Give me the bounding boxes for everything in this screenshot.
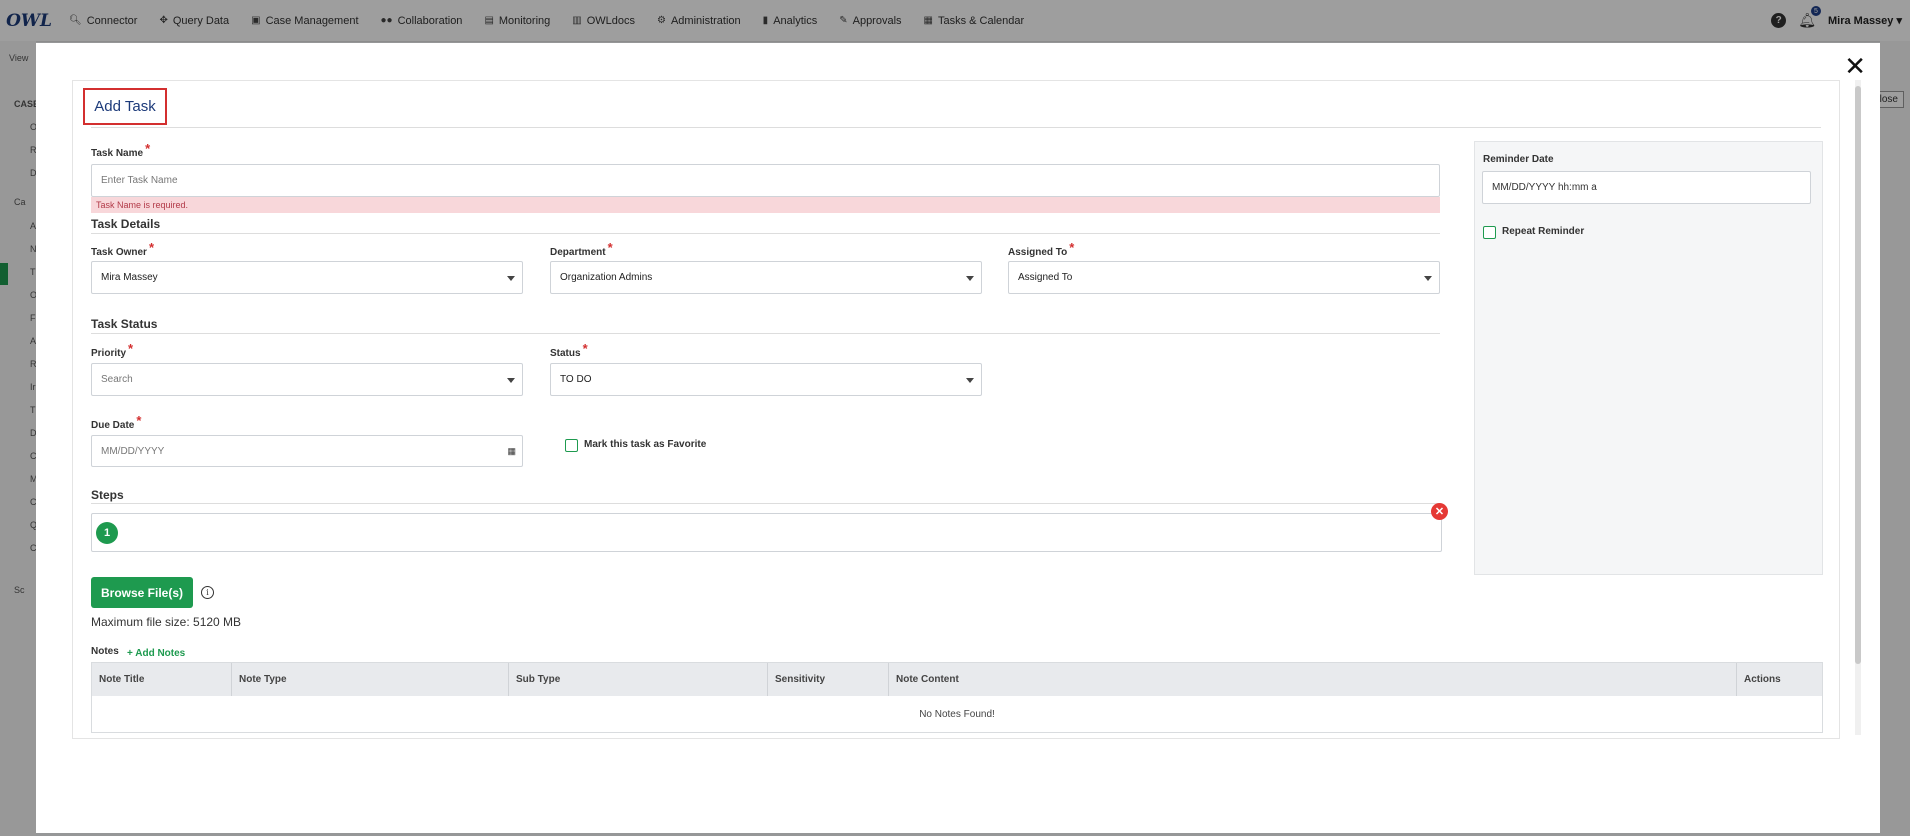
required-marker: * bbox=[128, 341, 134, 356]
add-task-modal: ✕ Add Task Task Name * Enter Task Name Ta… bbox=[36, 43, 1880, 833]
required-marker: * bbox=[145, 141, 151, 156]
assigned-to-select[interactable]: Assigned To bbox=[1008, 261, 1440, 294]
column-header[interactable]: Sensitivity bbox=[768, 663, 889, 696]
due-date-input[interactable]: MM/DD/YYYY ▦ bbox=[91, 435, 523, 467]
assigned-to-label-text: Assigned To bbox=[1008, 247, 1068, 258]
department-label-text: Department bbox=[550, 247, 606, 258]
due-date-placeholder: MM/DD/YYYY bbox=[101, 445, 165, 457]
steps-title: Steps bbox=[91, 488, 124, 502]
status-select[interactable]: TO DO bbox=[550, 363, 982, 396]
priority-placeholder: Search bbox=[101, 374, 133, 385]
status-label-text: Status bbox=[550, 348, 581, 359]
reminder-date-input[interactable]: MM/DD/YYYY hh:mm a bbox=[1482, 171, 1811, 204]
column-header[interactable]: Sub Type bbox=[509, 663, 768, 696]
required-marker: * bbox=[136, 413, 142, 428]
chevron-down-icon bbox=[966, 275, 974, 281]
browse-files-button[interactable]: Browse File(s) bbox=[91, 577, 193, 608]
chevron-down-icon bbox=[1424, 275, 1432, 281]
assigned-to-value: Assigned To bbox=[1018, 272, 1073, 283]
column-header[interactable]: Note Content bbox=[889, 663, 1737, 696]
department-label: Department * bbox=[550, 240, 613, 258]
status-value: TO DO bbox=[560, 374, 592, 385]
title-divider bbox=[91, 127, 1821, 128]
required-marker: * bbox=[148, 240, 155, 255]
task-status-title: Task Status bbox=[91, 317, 158, 331]
notes-label: Notes bbox=[91, 646, 119, 657]
notes-table: Note Title Note Type Sub Type Sensitivit… bbox=[91, 662, 1823, 733]
repeat-reminder-label: Repeat Reminder bbox=[1502, 226, 1585, 237]
notes-table-header: Note Title Note Type Sub Type Sensitivit… bbox=[92, 663, 1822, 696]
due-date-label: Due Date * bbox=[91, 413, 142, 431]
task-name-input[interactable]: Enter Task Name bbox=[91, 164, 1440, 197]
section-divider bbox=[91, 333, 1440, 334]
department-value: Organization Admins bbox=[560, 272, 653, 283]
max-file-size: Maximum file size: 5120 MB bbox=[91, 615, 242, 629]
priority-label-text: Priority bbox=[91, 348, 127, 359]
modal-title: Add Task bbox=[83, 88, 167, 125]
department-select[interactable]: Organization Admins bbox=[550, 261, 982, 294]
status-label: Status * bbox=[550, 341, 588, 359]
task-name-label: Task Name * bbox=[91, 141, 151, 159]
info-icon[interactable]: i bbox=[201, 586, 214, 599]
step-number-badge: 1 bbox=[96, 522, 118, 544]
favorite-checkbox[interactable] bbox=[565, 439, 578, 452]
task-details-title: Task Details bbox=[91, 217, 161, 231]
step-row[interactable]: 1 bbox=[91, 513, 1442, 552]
repeat-reminder-checkbox[interactable] bbox=[1483, 226, 1496, 239]
task-name-error: Task Name is required. bbox=[91, 197, 1440, 213]
section-divider bbox=[91, 233, 1440, 234]
chevron-down-icon bbox=[507, 377, 515, 383]
add-notes-link[interactable]: + Add Notes bbox=[127, 648, 185, 659]
scrollbar-thumb[interactable] bbox=[1855, 86, 1861, 664]
remove-step-icon[interactable]: ✕ bbox=[1431, 503, 1448, 520]
required-marker: * bbox=[1069, 240, 1075, 255]
favorite-label: Mark this task as Favorite bbox=[584, 439, 707, 450]
section-divider bbox=[91, 503, 1440, 504]
task-owner-value: Mira Massey bbox=[101, 272, 158, 283]
task-owner-label: Task Owner * bbox=[91, 240, 155, 258]
column-header: Actions bbox=[1744, 674, 1781, 685]
column-header[interactable]: Note Title bbox=[92, 663, 232, 696]
assigned-to-label: Assigned To * bbox=[1008, 240, 1075, 258]
due-date-label-text: Due Date bbox=[91, 420, 135, 431]
modal-scrollbar[interactable] bbox=[1855, 80, 1861, 735]
close-icon[interactable]: ✕ bbox=[1844, 53, 1866, 79]
calendar-icon[interactable]: ▦ bbox=[507, 446, 516, 457]
required-marker: * bbox=[582, 341, 588, 356]
chevron-down-icon bbox=[507, 275, 515, 281]
priority-label: Priority * bbox=[91, 341, 134, 359]
required-marker: * bbox=[607, 240, 613, 255]
column-header[interactable]: Note Type bbox=[232, 663, 509, 696]
task-name-label-text: Task Name bbox=[91, 148, 144, 159]
reminder-panel: Reminder Date MM/DD/YYYY hh:mm a Repeat … bbox=[1474, 141, 1823, 575]
task-owner-select[interactable]: Mira Massey bbox=[91, 261, 523, 294]
reminder-date-label: Reminder Date bbox=[1483, 154, 1554, 165]
task-owner-label-text: Task Owner bbox=[91, 247, 147, 258]
notes-empty-message: No Notes Found! bbox=[919, 708, 995, 720]
chevron-down-icon bbox=[966, 377, 974, 383]
priority-select[interactable]: Search bbox=[91, 363, 523, 396]
